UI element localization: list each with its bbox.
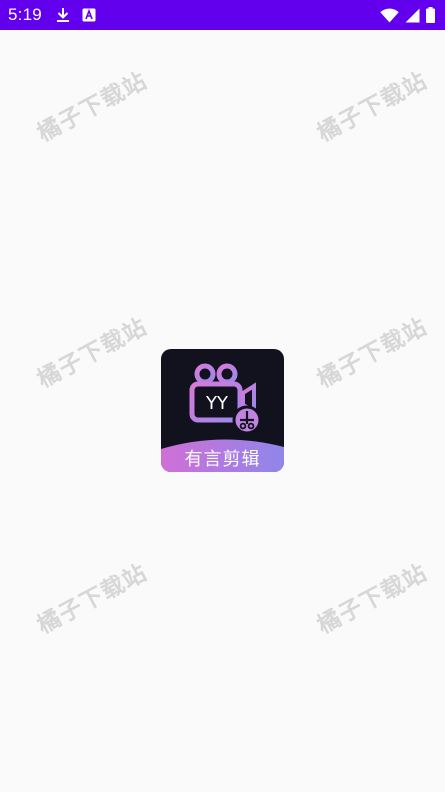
watermark-text: 橘子下载站 xyxy=(313,313,432,394)
watermark-text: 橘子下载站 xyxy=(33,559,152,640)
app-logo: YY 有言剪辑 xyxy=(161,349,284,472)
app-name: 有言剪辑 xyxy=(184,449,261,470)
signal-icon xyxy=(405,8,420,23)
watermark-text: 橘子下载站 xyxy=(313,559,432,640)
status-time: 5:19 xyxy=(8,5,42,24)
status-system-icons xyxy=(380,7,435,23)
battery-icon xyxy=(426,7,435,23)
a-badge-icon xyxy=(82,8,96,22)
watermark-text: 橘子下载站 xyxy=(33,67,152,148)
status-bar: 5:19 xyxy=(0,0,445,30)
wifi-icon xyxy=(380,8,399,23)
watermark-text: 橘子下载站 xyxy=(313,67,432,148)
watermark-text: 橘子下载站 xyxy=(33,313,152,394)
download-icon xyxy=(56,7,70,23)
status-notification-icons xyxy=(56,7,96,23)
splash-screen: 5:19 橘子下载站 橘子下载站 橘子下载站 橘子下载站 橘子下载站 橘子下载站… xyxy=(0,0,445,792)
logo-camera-text: YY xyxy=(206,393,228,414)
